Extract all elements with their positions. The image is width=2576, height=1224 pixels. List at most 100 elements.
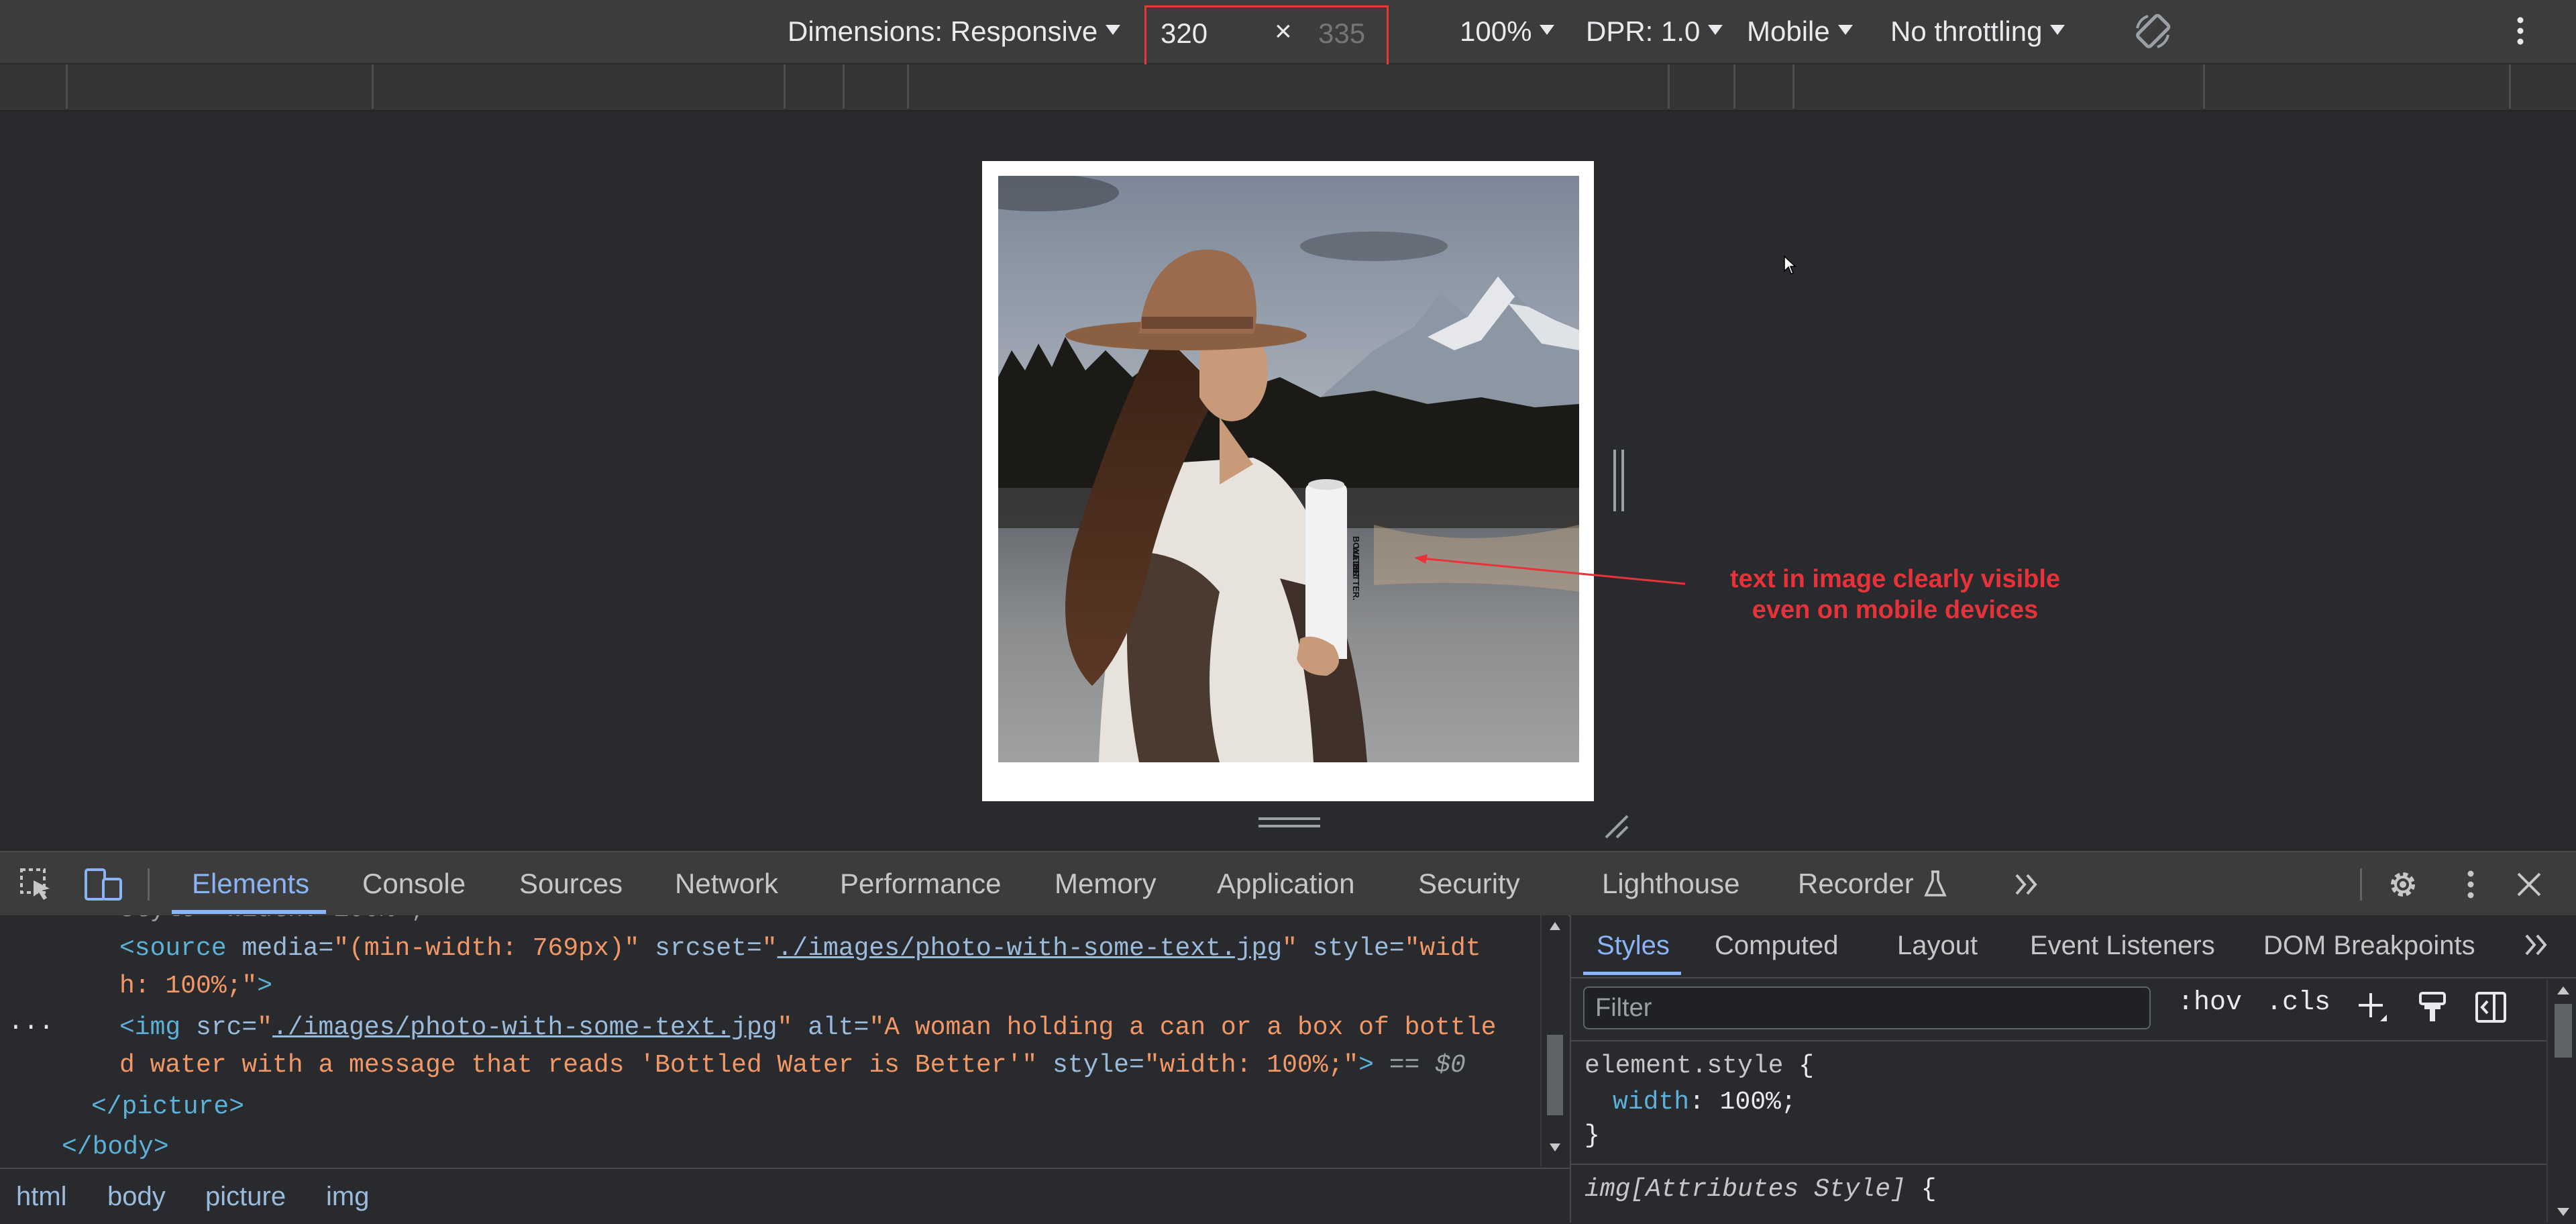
width-input[interactable] <box>1161 15 1254 52</box>
times-separator: × <box>1275 15 1292 48</box>
tab-event-listeners[interactable]: Event Listeners <box>2030 915 2215 976</box>
ruler-tick <box>66 64 68 109</box>
hov-toggle[interactable]: :hov <box>2178 988 2242 1018</box>
more-panes-icon[interactable] <box>2522 930 2552 960</box>
dimensions-dropdown[interactable]: Dimensions: Responsive <box>788 0 1121 63</box>
ruler-tick <box>907 64 909 109</box>
inspect-element-icon[interactable] <box>19 867 54 902</box>
tab-dom-breakpoints[interactable]: DOM Breakpoints <box>2263 915 2475 976</box>
tab-elements[interactable]: Elements <box>192 852 309 915</box>
breadcrumb-body[interactable]: body <box>107 1169 166 1224</box>
tab-sources[interactable]: Sources <box>519 852 623 915</box>
tab-recorder[interactable]: Recorder <box>1798 852 1947 915</box>
toggle-sidebar-icon[interactable] <box>2474 990 2508 1024</box>
resize-handle-vertical[interactable] <box>1611 450 1626 511</box>
ruler-tick <box>1792 64 1794 109</box>
elements-scrollbar[interactable] <box>1540 915 1568 1166</box>
dom-node-img-cont: d water with a message that reads 'Bottl… <box>119 1051 1466 1080</box>
ruler-tick <box>372 64 374 109</box>
resize-handle-horizontal[interactable] <box>1258 815 1320 831</box>
ruler-tick <box>2203 64 2205 109</box>
styles-filter-input[interactable] <box>1583 986 2151 1029</box>
tab-computed[interactable]: Computed <box>1715 915 1839 976</box>
rotate-icon[interactable] <box>2131 9 2175 54</box>
rule-img-attributes-style[interactable]: img[Attributes Style] { <box>1585 1173 1937 1207</box>
ruler-tick <box>1668 64 1670 109</box>
ruler-tick <box>843 64 845 109</box>
height-input[interactable] <box>1318 15 1379 52</box>
dom-node-source[interactable]: <source media="(min-width: 769px)" srcse… <box>119 930 1481 968</box>
breadcrumb-picture[interactable]: picture <box>205 1169 286 1224</box>
tab-network[interactable]: Network <box>675 852 778 915</box>
more-options-icon[interactable] <box>2510 15 2530 48</box>
elements-dom-tree[interactable]: style="width: 100%"; <source media="(min… <box>0 915 1543 1166</box>
settings-gear-icon[interactable] <box>2385 867 2420 902</box>
breadcrumb-img[interactable]: img <box>326 1169 369 1224</box>
chevron-down-icon <box>1540 24 1555 35</box>
dom-node-source-cont: h: 100%;"> <box>119 972 273 1001</box>
device-toolbar-toggle-icon[interactable] <box>83 867 123 902</box>
device-type-label: Mobile <box>1747 15 1830 47</box>
media-query-ruler[interactable] <box>0 64 2576 111</box>
img-src-link[interactable]: ./images/photo-with-some-text.jpg <box>272 1013 777 1042</box>
annotation-text: text in image clearly visible even on mo… <box>1677 564 2113 625</box>
styles-sidebar: Styles Computed Layout Event Listeners D… <box>1570 915 2576 1223</box>
srcset-link[interactable]: ./images/photo-with-some-text.jpg <box>777 934 1283 963</box>
annotation-arrow <box>1409 550 1704 591</box>
can-text-4: BETTER. <box>1351 563 1361 601</box>
customize-devtools-icon[interactable] <box>2461 868 2481 901</box>
toolbar-divider <box>148 868 150 901</box>
throttling-dropdown[interactable]: No throttling <box>1890 0 2065 63</box>
zoom-dropdown[interactable]: 100% <box>1460 0 1555 63</box>
devtools-tab-bar: Elements Console Sources Network Perform… <box>0 851 2576 917</box>
dom-line-partial: style="width: 100%"; <box>119 915 425 929</box>
dpr-dropdown[interactable]: DPR: 1.0 <box>1586 0 1723 63</box>
ruler-tick <box>2509 64 2511 109</box>
dom-node-img[interactable]: <img src="./images/photo-with-some-text.… <box>119 1009 1496 1047</box>
chevron-down-icon <box>1708 24 1723 35</box>
annotation-line-2: even on mobile devices <box>1752 596 2039 624</box>
styles-divider <box>1571 977 2576 978</box>
ruler-tick <box>1733 64 1735 109</box>
cls-toggle[interactable]: .cls <box>2266 988 2330 1018</box>
dpr-label: DPR: 1.0 <box>1586 15 1701 47</box>
close-devtools-icon[interactable] <box>2514 870 2544 899</box>
mouse-cursor-icon <box>1783 255 1796 275</box>
styles-divider <box>1571 1040 2576 1041</box>
tab-console[interactable]: Console <box>362 852 466 915</box>
active-tab-indicator <box>172 910 326 914</box>
tab-memory[interactable]: Memory <box>1055 852 1157 915</box>
declaration-width[interactable]: width: 100%; <box>1613 1086 1796 1119</box>
flask-icon <box>1923 870 1947 898</box>
tab-lighthouse[interactable]: Lighthouse <box>1602 852 1740 915</box>
tab-recorder-label: Recorder <box>1798 868 1914 899</box>
styles-scrollbar[interactable] <box>2546 980 2576 1223</box>
tab-layout[interactable]: Layout <box>1897 915 1978 976</box>
photo-woman-with-water-box: BOXED WATER IS BETTER. <box>998 176 1579 762</box>
more-tabs-icon[interactable] <box>2012 870 2042 899</box>
dimensions-label: Dimensions: Responsive <box>788 15 1098 47</box>
tab-styles[interactable]: Styles <box>1597 915 1670 976</box>
paint-brush-icon[interactable] <box>2418 990 2449 1024</box>
tab-application[interactable]: Application <box>1217 852 1354 915</box>
device-toolbar: Dimensions: Responsive × 100% DPR: 1.0 M… <box>0 0 2576 71</box>
chevron-down-icon <box>1837 24 1853 35</box>
breadcrumb: html body picture img <box>0 1168 1570 1224</box>
tab-performance[interactable]: Performance <box>840 852 1001 915</box>
ruler-tick <box>784 64 786 109</box>
resize-handle-corner[interactable] <box>1601 811 1630 840</box>
new-style-rule-icon[interactable] <box>2356 990 2390 1024</box>
device-type-dropdown[interactable]: Mobile <box>1747 0 1853 63</box>
dom-node-picture-close[interactable]: </picture> <box>91 1088 244 1126</box>
chevron-down-icon <box>2050 24 2065 35</box>
zoom-label: 100% <box>1460 15 1532 47</box>
toolbar-divider <box>2360 868 2362 901</box>
chevron-down-icon <box>1106 24 1121 35</box>
breadcrumb-html[interactable]: html <box>16 1169 67 1224</box>
node-actions-ellipsis[interactable]: ··· <box>8 1009 54 1047</box>
annotation-line-1: text in image clearly visible <box>1729 565 2061 593</box>
dom-node-body-close[interactable]: </body> <box>62 1129 169 1166</box>
throttling-label: No throttling <box>1890 15 2043 47</box>
tab-security[interactable]: Security <box>1418 852 1520 915</box>
rule-element-style[interactable]: element.style { <box>1585 1050 1814 1083</box>
